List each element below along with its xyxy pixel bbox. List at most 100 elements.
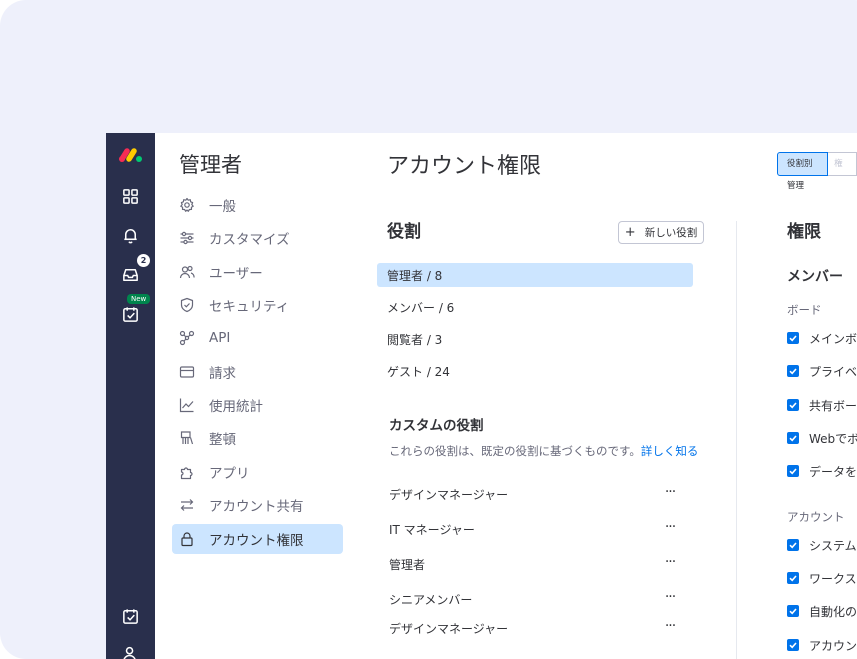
- more-options-icon[interactable]: ···: [660, 588, 680, 610]
- sidebar-item-label: アプリ: [209, 466, 250, 482]
- role-item-member[interactable]: メンバー / 6: [377, 295, 693, 319]
- shield-icon: [179, 297, 195, 313]
- checkbox-checked[interactable]: [787, 572, 799, 584]
- permission-item: ワークス: [787, 570, 857, 586]
- sidebar-item-security[interactable]: セキュリティ: [172, 290, 343, 320]
- permission-label: 共有ボー: [809, 398, 857, 413]
- permission-label: アカウン: [809, 638, 857, 653]
- permission-label: システム: [809, 538, 857, 553]
- sidebar-item-users[interactable]: ユーザー: [172, 257, 343, 287]
- checkbox-checked[interactable]: [787, 365, 799, 377]
- more-options-icon[interactable]: ···: [660, 617, 680, 639]
- view-toggle: 役割別管理 権: [777, 152, 857, 191]
- checkbox-checked[interactable]: [787, 639, 799, 651]
- sidebar-item-label: アカウント共有: [209, 499, 304, 515]
- role-item-viewer[interactable]: 閲覧者 / 3: [377, 327, 693, 351]
- sidebar-item-tidy-up[interactable]: 整頓: [172, 423, 343, 453]
- permission-label: データを: [809, 464, 857, 479]
- sidebar-item-label: 使用統計: [209, 399, 263, 415]
- broom-icon: [179, 430, 195, 446]
- description-text: これらの役割は、既定の役割に基づくものです。: [389, 444, 641, 458]
- permission-label: 自動化の: [809, 604, 857, 619]
- custom-role-row[interactable]: デザインマネージャー ···: [389, 617, 679, 639]
- sidebar-item-account-permissions[interactable]: アカウント権限: [172, 524, 343, 554]
- api-icon: [179, 330, 195, 346]
- checkbox-checked[interactable]: [787, 332, 799, 344]
- sidebar-item-label: ユーザー: [209, 266, 263, 282]
- sidebar-item-general[interactable]: 一般: [172, 190, 343, 220]
- custom-role-row[interactable]: デザインマネージャー ···: [389, 483, 679, 505]
- sidebar-item-customize[interactable]: カスタマイズ: [172, 223, 343, 253]
- custom-role-row[interactable]: IT マネージャー ···: [389, 518, 679, 540]
- permission-item: Webでボ: [787, 430, 857, 446]
- custom-role-label: 管理者: [389, 557, 426, 572]
- custom-role-label: IT マネージャー: [389, 522, 475, 537]
- custom-role-label: シニアメンバー: [389, 592, 473, 607]
- permission-item: メインボ: [787, 330, 857, 346]
- sidebar-item-label: 整頓: [209, 432, 236, 448]
- arrows-icon: [179, 497, 195, 513]
- left-rail: 2 New: [106, 133, 155, 659]
- custom-role-row[interactable]: シニアメンバー ···: [389, 588, 679, 610]
- learn-more-link[interactable]: 詳しく知る: [641, 444, 699, 458]
- sidebar-item-usage-stats[interactable]: 使用統計: [172, 390, 343, 420]
- custom-role-label: デザインマネージャー: [389, 621, 509, 636]
- plus-icon: +: [624, 225, 636, 240]
- checkbox-checked[interactable]: [787, 399, 799, 411]
- manage-by-permission-toggle[interactable]: 権: [828, 152, 857, 176]
- role-item-guest[interactable]: ゲスト / 24: [377, 359, 693, 383]
- sidebar-item-account-sharing[interactable]: アカウント共有: [172, 490, 343, 520]
- sidebar-item-label: セキュリティ: [209, 299, 290, 315]
- page-title: アカウント権限: [387, 154, 542, 179]
- users-icon: [179, 264, 195, 280]
- calendar-check-icon[interactable]: [121, 607, 140, 626]
- permission-item: アカウン: [787, 637, 857, 653]
- more-options-icon[interactable]: ···: [660, 483, 680, 505]
- sidebar-item-label: API: [209, 330, 231, 346]
- sidebar-item-label: アカウント権限: [209, 533, 304, 549]
- monday-logo-icon[interactable]: [118, 147, 144, 163]
- more-options-icon[interactable]: ···: [660, 518, 680, 540]
- admin-title: 管理者: [179, 153, 242, 177]
- new-tag: New: [127, 294, 151, 304]
- inbox-icon[interactable]: [121, 265, 140, 284]
- chart-icon: [179, 397, 195, 413]
- members-section-heading: メンバー: [787, 269, 843, 285]
- custom-roles-heading: カスタムの役割: [389, 418, 484, 434]
- sliders-icon: [179, 230, 195, 246]
- bell-icon[interactable]: [121, 226, 140, 245]
- checkbox-checked[interactable]: [787, 605, 799, 617]
- checkbox-checked[interactable]: [787, 432, 799, 444]
- permission-item: データを: [787, 463, 857, 479]
- group-label-board: ボード: [787, 303, 822, 317]
- sidebar-item-label: カスタマイズ: [209, 232, 290, 248]
- sidebar-item-label: 請求: [209, 366, 236, 382]
- my-work-icon[interactable]: [121, 305, 140, 324]
- permission-label: ワークス: [809, 571, 857, 586]
- checkbox-checked[interactable]: [787, 465, 799, 477]
- apps-grid-icon[interactable]: [121, 187, 140, 206]
- role-item-admin[interactable]: 管理者 / 8: [377, 263, 693, 287]
- sidebar-item-api[interactable]: API: [172, 323, 343, 353]
- permission-label: プライベ: [809, 364, 857, 379]
- manage-by-role-toggle[interactable]: 役割別管理: [777, 152, 829, 191]
- permission-label: Webでボ: [809, 431, 857, 446]
- user-add-icon[interactable]: [121, 645, 140, 659]
- permission-item: プライベ: [787, 363, 857, 379]
- app-window: 2 New 管理者 一般 カスタマイズ ユーザー セキュリティ API 請求 使…: [106, 133, 857, 659]
- custom-role-label: デザインマネージャー: [389, 487, 509, 502]
- column-divider: [736, 221, 737, 659]
- sidebar-item-label: 一般: [209, 199, 236, 215]
- permission-item: 共有ボー: [787, 397, 857, 413]
- custom-role-row[interactable]: 管理者 ···: [389, 553, 679, 575]
- sidebar-item-apps[interactable]: アプリ: [172, 457, 343, 487]
- custom-roles-description: これらの役割は、既定の役割に基づくものです。詳しく知る: [389, 443, 698, 459]
- new-role-label: 新しい役割: [644, 227, 698, 239]
- credit-card-icon: [179, 364, 195, 380]
- puzzle-icon: [179, 464, 195, 480]
- checkbox-checked[interactable]: [787, 539, 799, 551]
- sidebar-item-billing[interactable]: 請求: [172, 357, 343, 387]
- more-options-icon[interactable]: ···: [660, 553, 680, 575]
- new-role-button[interactable]: + 新しい役割: [618, 221, 704, 244]
- permissions-heading: 権限: [787, 222, 821, 242]
